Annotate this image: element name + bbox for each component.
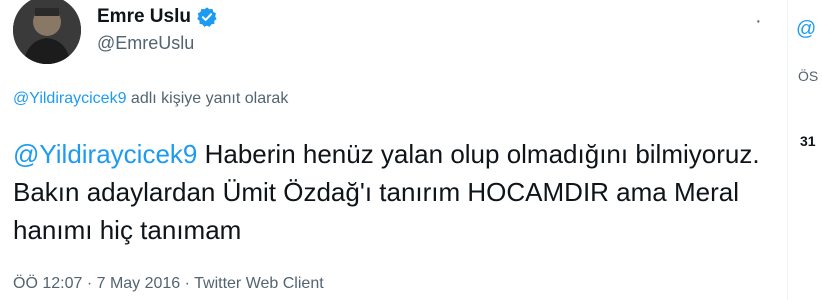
side-panel-label: ÖS [798,68,819,84]
tweet: Emre Uslu @EmreUslu · @Yildiraycicek9 ad… [0,0,785,300]
author-display-name[interactable]: Emre Uslu [97,6,191,28]
reply-context-label: adlı kişiye yanıt olarak [126,90,289,107]
avatar-image [13,0,81,64]
tweet-text: @Yildiraycicek9 Haberin henüz yalan olup… [13,135,783,249]
side-panel: @ ÖS 31 [788,0,822,300]
side-panel-mention[interactable]: @ [796,18,816,41]
tweet-timestamp-source[interactable]: ÖÖ 12:07 · 7 May 2016 · Twitter Web Clie… [13,275,324,293]
author-name-row: Emre Uslu [97,6,218,28]
avatar[interactable] [13,0,81,64]
tweet-mention-link[interactable]: @Yildiraycicek9 [13,139,197,169]
side-panel-count: 31 [800,133,816,149]
reply-context: @Yildiraycicek9 adlı kişiye yanıt olarak [13,90,288,108]
more-options-icon[interactable]: · [755,10,763,33]
reply-mention-link[interactable]: @Yildiraycicek9 [13,90,126,107]
author-handle[interactable]: @EmreUslu [97,33,194,54]
verified-badge-icon [197,7,217,27]
